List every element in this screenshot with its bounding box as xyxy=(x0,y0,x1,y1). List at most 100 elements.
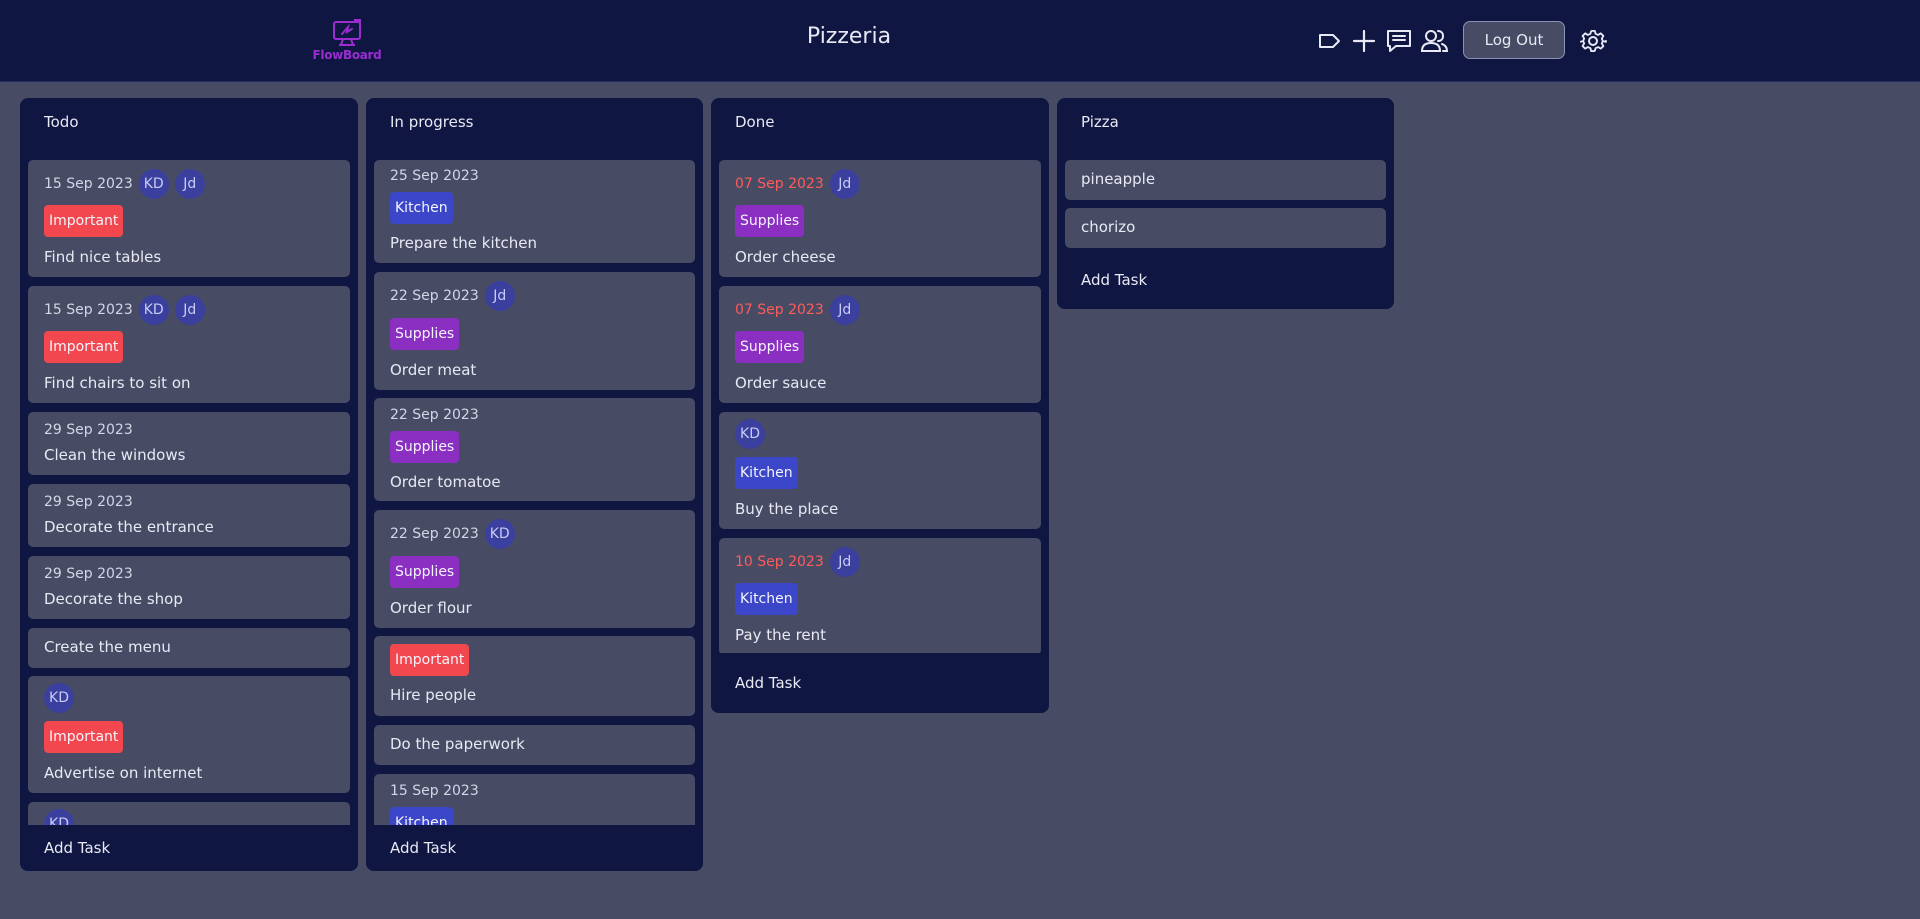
due-date: 22 Sep 2023 xyxy=(390,526,479,542)
due-date: 25 Sep 2023 xyxy=(390,168,479,184)
column-body[interactable]: 07 Sep 2023 Jd Supplies Order cheese 07 … xyxy=(711,160,1049,665)
avatar[interactable]: Jd xyxy=(829,547,860,577)
tag-badge[interactable]: Important xyxy=(44,721,124,753)
task-card[interactable]: KD Kitchen Buy the place xyxy=(719,412,1041,529)
column-body[interactable]: 15 Sep 2023 KD Jd Important Find nice ta… xyxy=(20,160,358,825)
task-title: Buy the place xyxy=(735,500,839,518)
tag-badge[interactable]: Kitchen xyxy=(735,457,798,489)
column-in-progress: In progress 25 Sep 2023 Kitchen Prepare … xyxy=(366,98,703,871)
due-date: 22 Sep 2023 xyxy=(390,407,479,423)
column-title: In progress xyxy=(390,113,474,131)
due-date: 22 Sep 2023 xyxy=(390,288,479,304)
task-card[interactable]: Do the paperwork xyxy=(374,725,695,765)
task-title: chorizo xyxy=(1081,218,1136,236)
task-title: Pay the rent xyxy=(735,626,827,644)
avatar[interactable]: KD xyxy=(138,169,169,199)
due-date: 29 Sep 2023 xyxy=(44,494,133,510)
logout-button[interactable]: Log Out xyxy=(1463,21,1565,59)
gear-icon[interactable] xyxy=(1577,26,1609,56)
task-title: Create the menu xyxy=(44,638,171,656)
task-card[interactable]: 29 Sep 2023 Decorate the entrance xyxy=(28,484,350,547)
due-date: 29 Sep 2023 xyxy=(44,566,133,582)
avatar[interactable]: KD xyxy=(44,809,74,825)
task-card[interactable]: KD xyxy=(28,802,350,825)
task-title: Order cheese xyxy=(735,248,836,266)
task-card[interactable]: 25 Sep 2023 Kitchen Prepare the kitchen xyxy=(374,160,695,263)
avatar[interactable]: Jd xyxy=(829,169,860,199)
task-card[interactable]: 15 Sep 2023 KD Jd Important Find nice ta… xyxy=(28,160,350,277)
avatar[interactable]: Jd xyxy=(174,169,205,199)
column-title: Todo xyxy=(44,113,79,131)
task-title: Order meat xyxy=(390,361,477,379)
tag-badge[interactable]: Important xyxy=(44,331,124,363)
column-title: Done xyxy=(735,113,775,131)
task-title: Order tomatoe xyxy=(390,473,501,491)
task-title: Find chairs to sit on xyxy=(44,374,191,392)
task-title: Decorate the entrance xyxy=(44,518,214,536)
column-pizza: Pizza pineapple chorizo Add Task xyxy=(1057,98,1394,309)
task-card[interactable]: Important Hire people xyxy=(374,636,695,716)
task-title: pineapple xyxy=(1081,170,1156,188)
tag-badge[interactable]: Supplies xyxy=(390,556,460,588)
tag-badge[interactable]: Important xyxy=(44,205,124,237)
tag-badge[interactable]: Supplies xyxy=(390,431,460,463)
tag-badge[interactable]: Supplies xyxy=(735,205,805,237)
task-card[interactable]: 07 Sep 2023 Jd Supplies Order sauce xyxy=(719,286,1041,403)
tag-icon[interactable] xyxy=(1314,26,1346,56)
due-date: 15 Sep 2023 xyxy=(44,302,133,318)
task-card[interactable]: 22 Sep 2023 Jd Supplies Order meat xyxy=(374,272,695,390)
add-task-button[interactable]: Add Task xyxy=(20,825,358,871)
task-card[interactable]: 15 Sep 2023 Kitchen xyxy=(374,774,695,825)
avatar[interactable]: Jd xyxy=(829,295,860,325)
tag-badge[interactable]: Kitchen xyxy=(735,583,798,615)
task-card[interactable]: 22 Sep 2023 KD Supplies Order flour xyxy=(374,510,695,628)
due-date: 15 Sep 2023 xyxy=(44,176,133,192)
tag-badge[interactable]: Important xyxy=(390,644,470,676)
users-icon[interactable] xyxy=(1418,26,1450,56)
column-title: Pizza xyxy=(1081,113,1119,131)
due-date: 07 Sep 2023 xyxy=(735,302,824,318)
due-date: 15 Sep 2023 xyxy=(390,783,479,799)
due-date: 10 Sep 2023 xyxy=(735,554,824,570)
task-card[interactable]: 29 Sep 2023 Decorate the shop xyxy=(28,556,350,619)
task-title: Find nice tables xyxy=(44,248,162,266)
top-bar: FlowBoard Pizzeria Log Out xyxy=(0,0,1920,82)
message-icon[interactable] xyxy=(1383,26,1415,56)
task-title: Order flour xyxy=(390,599,472,617)
task-title: Prepare the kitchen xyxy=(390,234,538,252)
due-date: 07 Sep 2023 xyxy=(735,176,824,192)
tag-badge[interactable]: Kitchen xyxy=(390,807,453,825)
column-todo: Todo 15 Sep 2023 KD Jd Important Find ni… xyxy=(20,98,358,871)
add-task-button[interactable]: Add Task xyxy=(1057,251,1394,309)
avatar[interactable]: Jd xyxy=(484,281,515,311)
avatar[interactable]: Jd xyxy=(174,295,205,325)
tag-badge[interactable]: Supplies xyxy=(390,318,460,350)
task-card[interactable]: chorizo xyxy=(1065,208,1386,248)
avatar[interactable]: KD xyxy=(138,295,169,325)
column-body[interactable]: 25 Sep 2023 Kitchen Prepare the kitchen … xyxy=(366,160,703,825)
task-card[interactable]: pineapple xyxy=(1065,160,1386,200)
task-title: Hire people xyxy=(390,686,477,704)
task-title: Advertise on internet xyxy=(44,764,203,782)
column-body[interactable]: pineapple chorizo xyxy=(1057,160,1394,250)
task-card[interactable]: Create the menu xyxy=(28,628,350,668)
avatar[interactable]: KD xyxy=(735,419,765,449)
task-card[interactable]: 10 Sep 2023 Jd Kitchen Pay the rent xyxy=(719,538,1041,655)
task-card[interactable]: 15 Sep 2023 KD Jd Important Find chairs … xyxy=(28,286,350,403)
add-task-button[interactable]: Add Task xyxy=(711,653,1049,713)
task-card[interactable]: KD Important Advertise on internet xyxy=(28,676,350,793)
avatar[interactable]: KD xyxy=(484,519,515,549)
task-card[interactable]: 29 Sep 2023 Clean the windows xyxy=(28,412,350,475)
task-title: Do the paperwork xyxy=(390,735,525,753)
task-card[interactable]: 07 Sep 2023 Jd Supplies Order cheese xyxy=(719,160,1041,277)
plus-icon[interactable] xyxy=(1348,26,1380,56)
tag-badge[interactable]: Kitchen xyxy=(390,192,453,224)
logo-text: FlowBoard xyxy=(312,48,382,62)
due-date: 29 Sep 2023 xyxy=(44,422,133,438)
tag-badge[interactable]: Supplies xyxy=(735,331,805,363)
avatar[interactable]: KD xyxy=(44,683,74,713)
task-card[interactable]: 22 Sep 2023 Supplies Order tomatoe xyxy=(374,398,695,501)
task-title: Decorate the shop xyxy=(44,590,183,608)
task-title: Clean the windows xyxy=(44,446,186,464)
add-task-button[interactable]: Add Task xyxy=(366,825,703,871)
